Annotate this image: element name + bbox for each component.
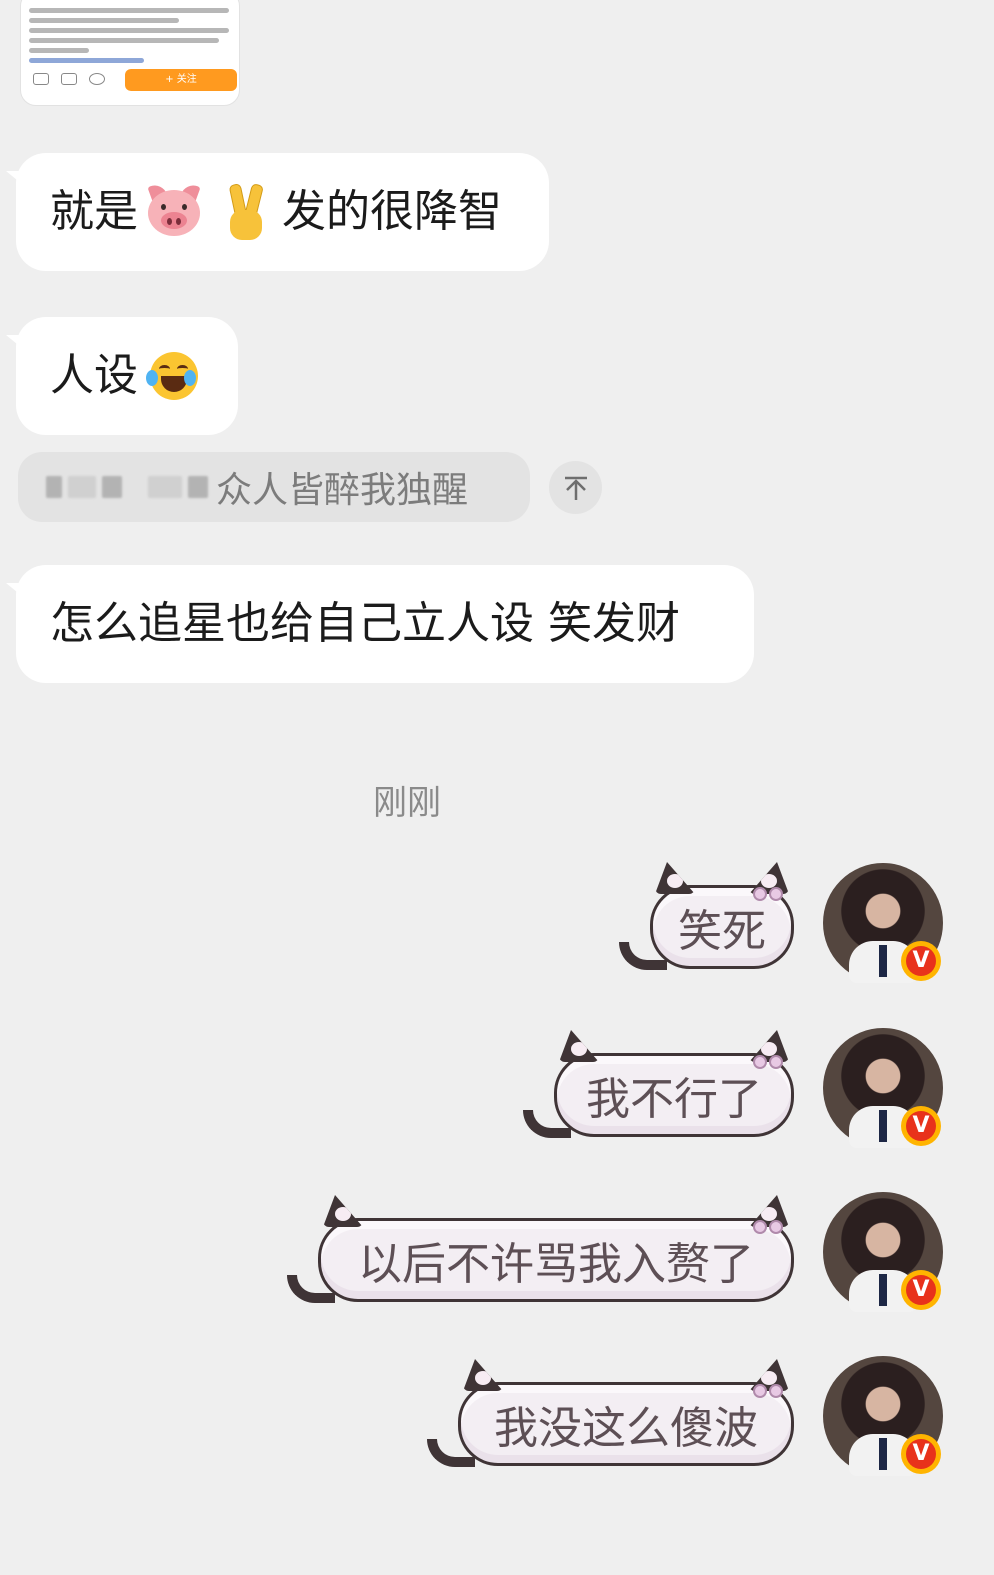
incoming-message[interactable]: 就是 发的很降智 xyxy=(16,153,549,271)
outgoing-message[interactable]: 我不行了 xyxy=(523,1030,794,1138)
laughing-tears-icon xyxy=(146,348,198,404)
avatar[interactable]: V xyxy=(823,1192,943,1312)
pig-face-icon xyxy=(146,181,202,240)
bow-icon xyxy=(753,1054,783,1072)
message-text: 人设 xyxy=(50,350,138,401)
incoming-message[interactable]: 人设 xyxy=(16,317,238,435)
message-text: 我不行了 xyxy=(586,1074,762,1125)
outgoing-message[interactable]: 我没这么傻波 xyxy=(427,1359,794,1467)
avatar[interactable]: V xyxy=(823,1028,943,1148)
repost-icon[interactable] xyxy=(33,73,49,87)
like-icon[interactable] xyxy=(89,73,105,87)
verified-badge-icon: V xyxy=(901,1270,941,1310)
cat-tail-icon xyxy=(287,1275,335,1303)
verified-badge-icon: V xyxy=(901,1106,941,1146)
message-text: 以后不许骂我入赘了 xyxy=(358,1239,754,1290)
comment-icon[interactable] xyxy=(61,73,77,87)
avatar[interactable]: V xyxy=(823,1356,943,1476)
redacted-username xyxy=(46,476,62,498)
follow-button[interactable]: + 关注 xyxy=(125,69,237,91)
message-text: 笑死 xyxy=(678,906,766,957)
outgoing-message[interactable]: 笑死 xyxy=(619,862,794,970)
shared-post-text xyxy=(29,3,229,68)
outgoing-message[interactable]: 以后不许骂我入赘了 xyxy=(287,1195,794,1303)
verified-badge-icon: V xyxy=(901,1434,941,1474)
message-text: 怎么追星也给自己立人设 笑发财 xyxy=(50,598,680,649)
victory-hand-icon xyxy=(218,183,274,240)
message-text: 我没这么傻波 xyxy=(494,1403,758,1454)
bow-icon xyxy=(753,1383,783,1401)
message-text: 就是 xyxy=(50,186,138,237)
incoming-message[interactable]: 怎么追星也给自己立人设 笑发财 xyxy=(16,565,754,683)
verified-badge-icon: V xyxy=(901,941,941,981)
message-text: 发的很降智 xyxy=(282,186,502,237)
quoted-reply[interactable]: 众人皆醉我独醒 xyxy=(18,452,530,522)
cat-tail-icon xyxy=(619,942,667,970)
bow-icon xyxy=(753,886,783,904)
pin-to-top-icon xyxy=(564,476,587,500)
bow-icon xyxy=(753,1219,783,1237)
cat-tail-icon xyxy=(427,1439,475,1467)
pin-to-top-button[interactable] xyxy=(549,461,602,514)
avatar[interactable]: V xyxy=(823,863,943,983)
quoted-text: 众人皆醉我独醒 xyxy=(216,470,469,511)
cat-tail-icon xyxy=(523,1110,571,1138)
timestamp: 刚刚 xyxy=(373,783,441,823)
shared-post-card[interactable]: + 关注 xyxy=(20,0,240,106)
